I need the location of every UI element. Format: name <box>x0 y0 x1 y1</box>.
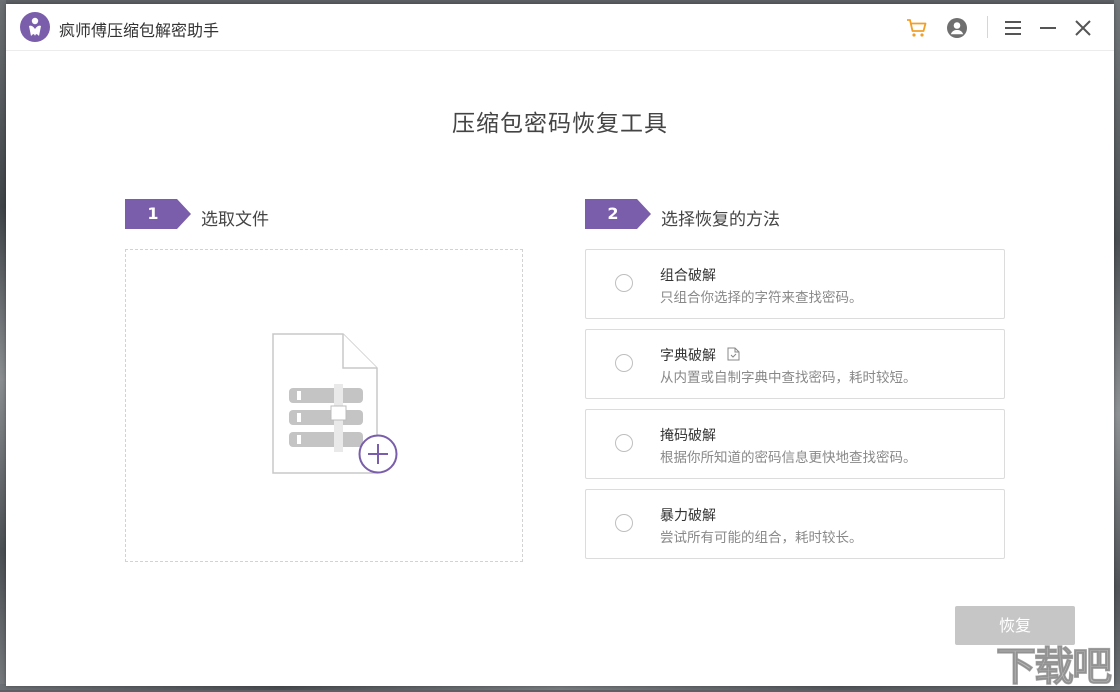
option-description: 尝试所有可能的组合，耗时较长。 <box>660 530 863 546</box>
step-2-badge: 2 <box>585 199 651 229</box>
app-window: 疯师傅压缩包解密助手 压缩包密码恢复工具 1 选取文件 2 选择恢复的方法 组合… <box>6 4 1114 691</box>
app-title: 疯师傅压缩包解密助手 <box>59 21 220 40</box>
step-1-number: 1 <box>147 204 159 223</box>
app-logo-icon <box>20 12 50 42</box>
radio-button[interactable] <box>615 514 633 532</box>
option-description: 根据你所知道的密码信息更快地查找密码。 <box>660 450 917 466</box>
desktop-background-right <box>1114 0 1120 690</box>
title-bar[interactable]: 疯师傅压缩包解密助手 <box>6 4 1114 51</box>
watermark-logo: 下载吧 <box>996 644 1113 691</box>
option-mask-attack[interactable]: 掩码破解 根据你所知道的密码信息更快地查找密码。 <box>585 409 1005 479</box>
option-title: 暴力破解 <box>660 508 716 524</box>
option-brute-force-attack[interactable]: 暴力破解 尝试所有可能的组合，耗时较长。 <box>585 489 1005 559</box>
radio-button[interactable] <box>615 354 633 372</box>
option-description: 只组合你选择的字符来查找密码。 <box>660 290 863 306</box>
dictionary-file-icon[interactable] <box>727 346 740 365</box>
radio-button[interactable] <box>615 434 633 452</box>
step-1-label: 选取文件 <box>201 210 269 230</box>
radio-button[interactable] <box>615 274 633 292</box>
user-account-icon[interactable] <box>945 16 969 40</box>
titlebar-separator <box>987 16 988 38</box>
option-description: 从内置或自制字典中查找密码，耗时较短。 <box>660 370 917 386</box>
archive-file-add-icon[interactable] <box>271 332 401 477</box>
option-combination-attack[interactable]: 组合破解 只组合你选择的字符来查找密码。 <box>585 249 1005 319</box>
menu-icon[interactable] <box>1001 16 1025 40</box>
option-title: 掩码破解 <box>660 428 716 444</box>
option-dictionary-attack[interactable]: 字典破解 从内置或自制字典中查找密码，耗时较短。 <box>585 329 1005 399</box>
close-icon[interactable] <box>1071 16 1095 40</box>
option-title: 组合破解 <box>660 268 716 284</box>
file-drop-zone[interactable] <box>125 249 523 562</box>
step-2-label: 选择恢复的方法 <box>661 210 780 230</box>
option-title: 字典破解 <box>660 348 716 364</box>
step-1-badge: 1 <box>125 199 191 229</box>
page-title: 压缩包密码恢复工具 <box>452 111 668 137</box>
cart-icon[interactable] <box>905 16 929 40</box>
step-2-number: 2 <box>607 204 619 223</box>
minimize-icon[interactable] <box>1036 16 1060 40</box>
